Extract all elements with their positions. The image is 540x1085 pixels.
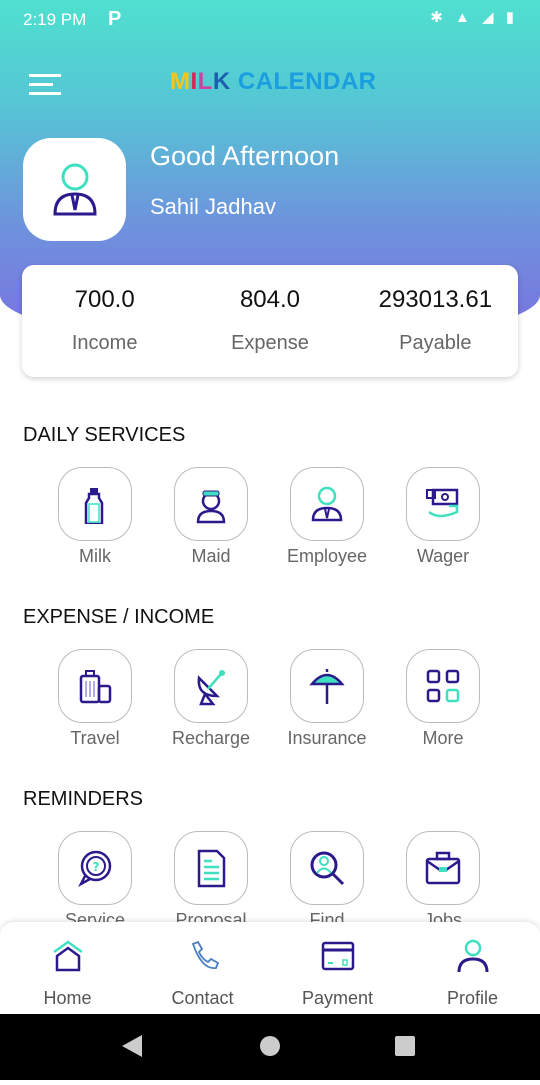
nav-payment[interactable]: Payment (270, 922, 405, 1014)
tile-recharge[interactable]: Recharge (166, 649, 256, 749)
tile-label: Maid (191, 546, 231, 566)
tile-maid[interactable]: Maid (166, 467, 256, 567)
tile-proposal[interactable]: Proposal (166, 831, 256, 931)
document-icon (197, 849, 226, 888)
wage-money-icon (426, 488, 459, 518)
stat-payable[interactable]: 293013.61 Payable (353, 265, 518, 377)
tile-label: More (422, 728, 464, 748)
avatar[interactable] (23, 138, 126, 241)
satellite-dish-icon (197, 670, 225, 706)
section-title: EXPENSE / INCOME (23, 606, 215, 628)
back-button (122, 1035, 142, 1057)
tile-insurance[interactable]: Insurance (282, 649, 372, 749)
tile-label: Recharge (171, 728, 251, 748)
tile-label: Travel (70, 728, 120, 748)
tile-service[interactable]: ? Service (50, 831, 140, 931)
milk-bottle-icon (84, 488, 104, 524)
luggage-icon (79, 670, 112, 704)
section-title: DAILY SERVICES (23, 424, 186, 446)
greeting: Good Afternoon (150, 141, 340, 171)
employee-icon (311, 486, 343, 522)
status-bar: 2:19 PM P ✱ ▲ ◢ ▮ (0, 0, 540, 40)
search-person-icon (310, 851, 345, 886)
recents-button (395, 1036, 415, 1056)
svg-text:?: ? (93, 860, 100, 874)
tile-label: Wager (416, 546, 470, 566)
app-logo: MILK CALENDAR (170, 68, 377, 95)
grid-icon (426, 669, 460, 703)
card-icon (321, 941, 354, 971)
maid-icon (196, 490, 226, 524)
nav-label: Home (43, 988, 92, 1008)
tile-label: Employee (286, 546, 368, 566)
phone-icon (191, 940, 219, 969)
nav-label: Payment (301, 988, 374, 1008)
nav-label: Contact (171, 988, 234, 1008)
tile-wager[interactable]: Wager (398, 467, 488, 567)
tile-jobs[interactable]: Jobs (398, 831, 488, 931)
tile-employee[interactable]: Employee (282, 467, 372, 567)
bottom-nav: Home Contact Payment Profile (0, 922, 540, 1014)
summary-card: 700.0 Income 804.0 Expense 293013.61 Payabl… (22, 265, 518, 377)
employee-icon (52, 163, 97, 215)
question-bubble-icon: ? (78, 850, 112, 888)
stat-income[interactable]: 700.0 Income (22, 265, 187, 377)
tile-milk[interactable]: Milk (50, 467, 140, 567)
tile-label: Milk (79, 546, 111, 566)
section-title: REMINDERS (23, 788, 144, 810)
home-icon (52, 940, 83, 972)
status-icons: ✱ ▲ ◢ ▮ (430, 9, 518, 26)
stat-expense[interactable]: 804.0 Expense (187, 265, 352, 377)
tile-travel[interactable]: Travel (50, 649, 140, 749)
tile-label: Insurance (287, 728, 367, 748)
parking-app-icon: P (108, 8, 122, 30)
user-icon (457, 939, 488, 973)
nav-contact[interactable]: Contact (135, 922, 270, 1014)
briefcase-icon (425, 851, 461, 885)
menu-icon[interactable] (29, 74, 61, 96)
tile-more[interactable]: More (398, 649, 488, 749)
user-name: Sahil Jadhav (150, 194, 276, 219)
android-nav-bar (0, 1014, 540, 1080)
tile-find[interactable]: Find (282, 831, 372, 931)
umbrella-icon (309, 669, 345, 704)
nav-label: Profile (446, 988, 499, 1008)
status-time: 2:19 PM (23, 10, 87, 29)
home-button (260, 1036, 280, 1056)
nav-profile[interactable]: Profile (405, 922, 540, 1014)
nav-home[interactable]: Home (0, 922, 135, 1014)
